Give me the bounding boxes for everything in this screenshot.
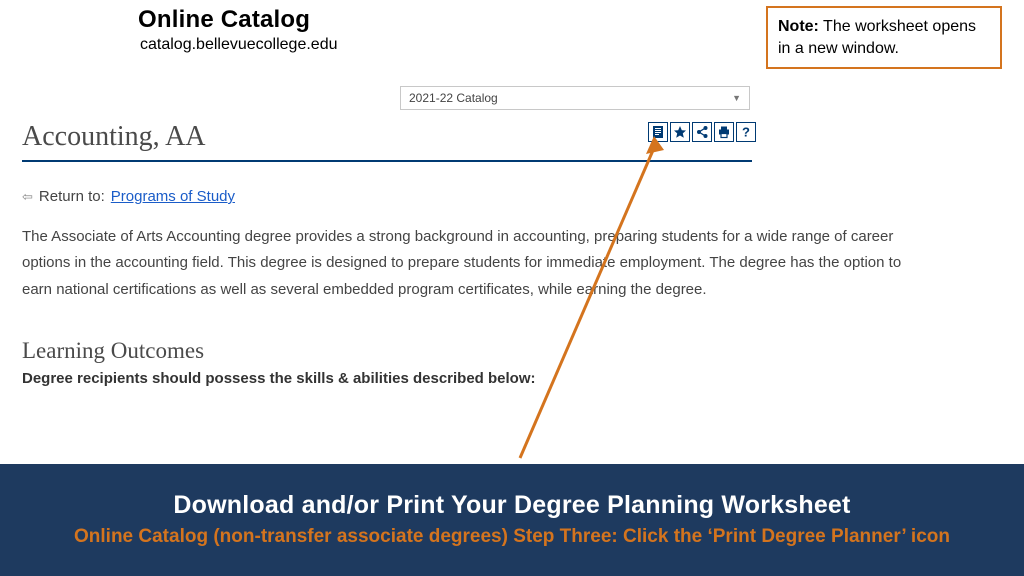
print-icon[interactable] bbox=[714, 122, 734, 142]
banner-subtitle: Online Catalog (non-transfer associate d… bbox=[74, 524, 950, 550]
back-arrow-icon: ⇦ bbox=[22, 189, 33, 205]
breadcrumb-return: ⇦ Return to: Programs of Study bbox=[22, 188, 235, 205]
svg-text:?: ? bbox=[742, 125, 750, 139]
instruction-banner: Download and/or Print Your Degree Planni… bbox=[0, 464, 1024, 576]
catalog-year-value: 2021-22 Catalog bbox=[409, 91, 498, 105]
catalog-year-select[interactable]: 2021-22 Catalog ▼ bbox=[400, 86, 750, 110]
share-icon[interactable] bbox=[692, 122, 712, 142]
learning-outcomes-heading: Learning Outcomes bbox=[22, 338, 204, 364]
banner-title: Download and/or Print Your Degree Planni… bbox=[173, 491, 850, 520]
slide-title: Online Catalog bbox=[138, 6, 337, 34]
learning-outcomes-intro: Degree recipients should possess the ski… bbox=[22, 370, 536, 387]
program-description: The Associate of Arts Accounting degree … bbox=[22, 224, 922, 303]
catalog-url: catalog.bellevuecollege.edu bbox=[140, 36, 337, 54]
help-icon[interactable]: ? bbox=[736, 122, 756, 142]
note-label: Note: bbox=[778, 18, 819, 35]
favorite-star-icon[interactable] bbox=[670, 122, 690, 142]
action-icon-bar: ? bbox=[648, 122, 756, 142]
programs-of-study-link[interactable]: Programs of Study bbox=[111, 188, 235, 205]
title-underline bbox=[22, 160, 752, 162]
return-prefix: Return to: bbox=[39, 188, 105, 205]
program-title: Accounting, AA bbox=[22, 121, 206, 153]
print-degree-planner-icon[interactable] bbox=[648, 122, 668, 142]
chevron-down-icon: ▼ bbox=[732, 93, 741, 103]
note-callout: Note: The worksheet opens in a new windo… bbox=[766, 6, 1002, 69]
